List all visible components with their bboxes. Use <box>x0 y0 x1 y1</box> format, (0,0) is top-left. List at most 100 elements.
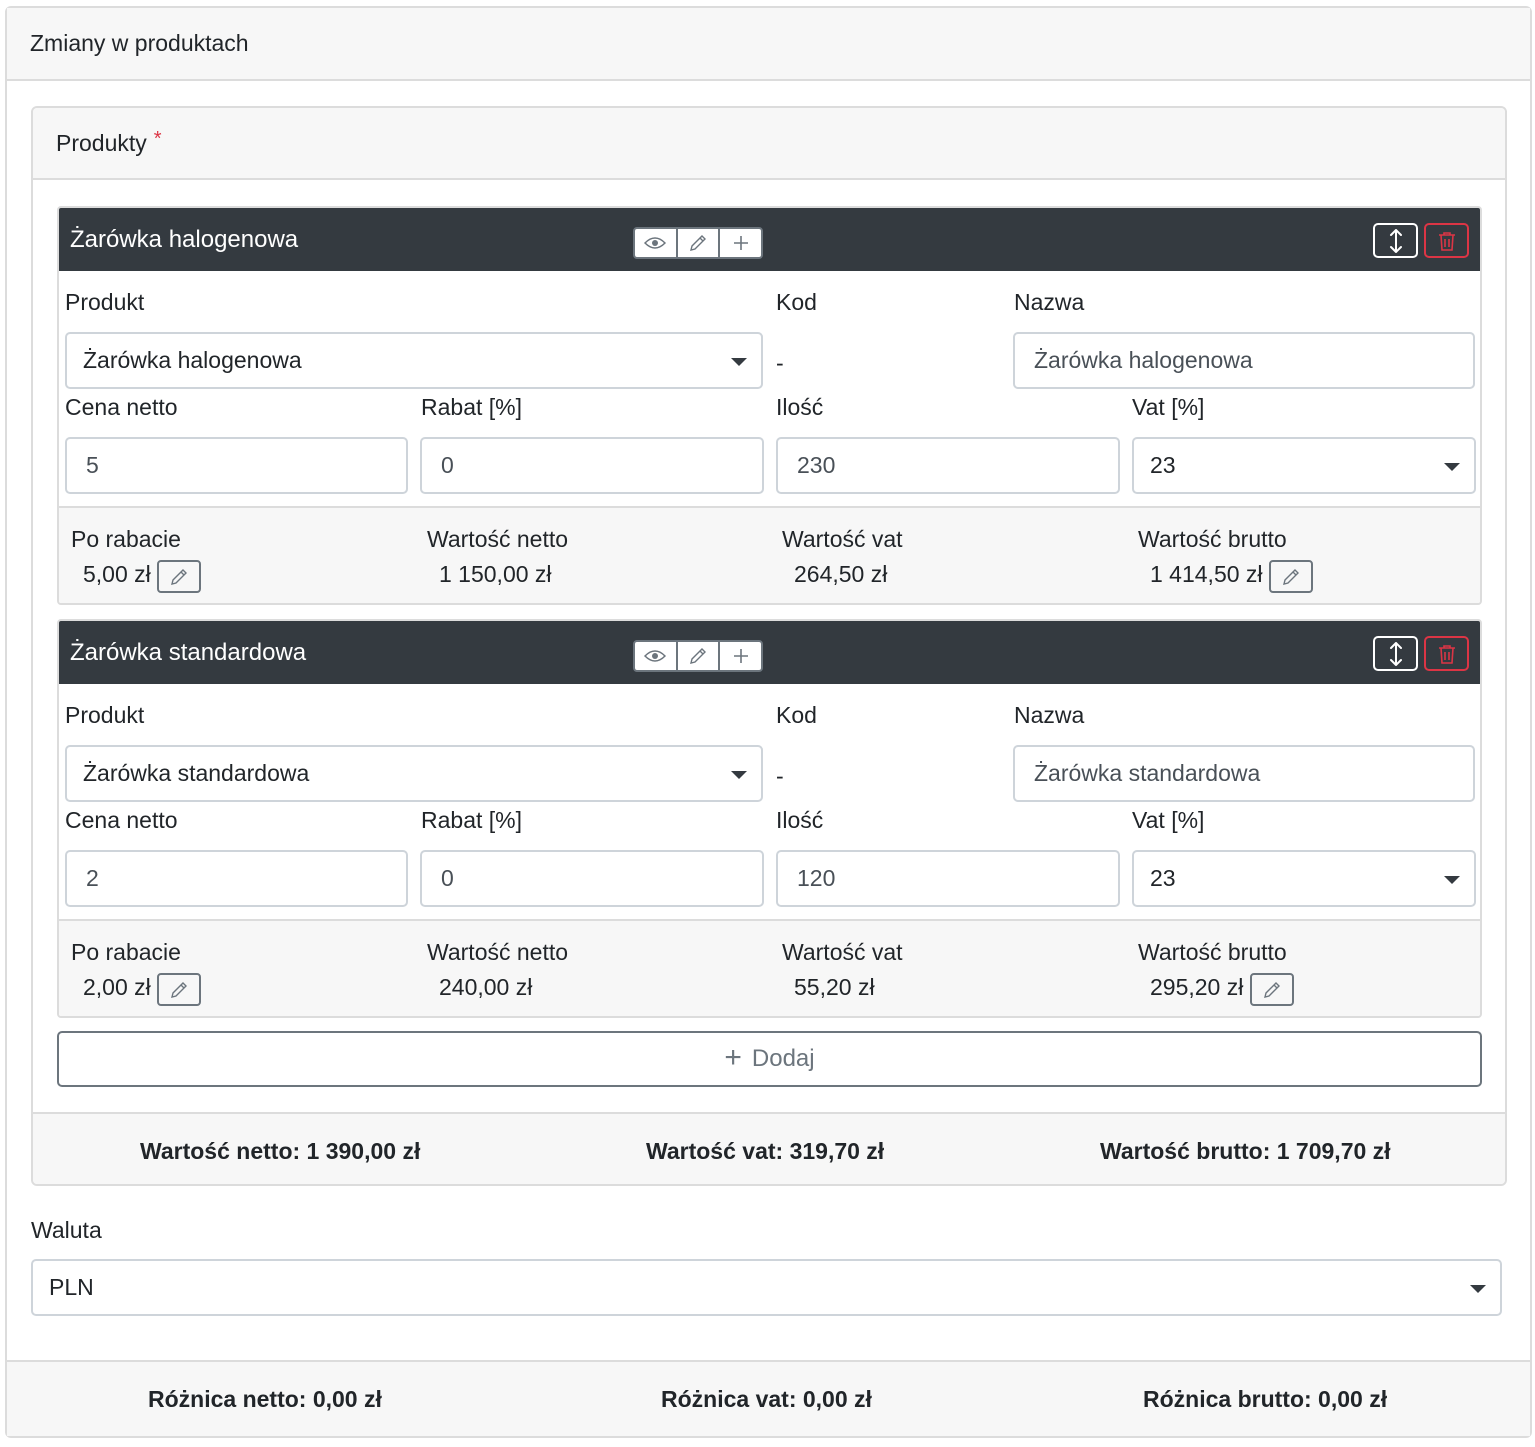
plus-icon: + <box>724 1041 742 1074</box>
chevron-down-icon <box>1470 1285 1486 1293</box>
add-product-button[interactable] <box>720 229 761 257</box>
chevron-down-icon <box>1444 876 1460 884</box>
edit-product-button[interactable] <box>677 642 721 670</box>
produkt-label: Produkt <box>65 289 145 315</box>
vat-select[interactable]: 23 <box>1132 437 1476 494</box>
move-vertical-icon <box>1389 228 1402 253</box>
move-vertical-icon <box>1389 641 1402 666</box>
add-product-button[interactable] <box>720 642 761 670</box>
pencil-icon <box>1264 981 1280 998</box>
plus-icon <box>733 649 748 663</box>
edit-discount-price-button[interactable] <box>157 973 201 1006</box>
difference-netto: Różnica netto: 0,00 zł <box>148 1386 382 1412</box>
difference-footer: Różnica netto: 0,00 zł Różnica vat: 0,00… <box>7 1360 1530 1436</box>
cena-netto-value: 2 <box>86 865 99 891</box>
cena-netto-input[interactable]: 5 <box>65 437 408 494</box>
vat-select-value: 23 <box>1150 452 1176 478</box>
ilosc-value: 120 <box>797 865 836 891</box>
chevron-down-icon <box>731 771 747 779</box>
wartosc-netto-value: 240,00 zł <box>439 974 533 1000</box>
move-button[interactable] <box>1373 636 1418 671</box>
wartosc-vat-value: 264,50 zł <box>794 561 888 587</box>
eye-icon <box>644 650 667 662</box>
products-totals: Wartość netto: 1 390,00 zł Wartość vat: … <box>33 1112 1505 1184</box>
pencil-icon <box>690 648 706 664</box>
po-rabacie-value: 2,00 zł <box>83 974 151 1000</box>
move-button[interactable] <box>1373 223 1418 258</box>
total-brutto: Wartość brutto: 1 709,70 zł <box>1100 1138 1391 1164</box>
ilosc-input[interactable]: 120 <box>776 850 1120 907</box>
trash-icon <box>1438 231 1455 251</box>
ilosc-label: Ilość <box>776 807 824 833</box>
trash-icon <box>1438 644 1455 664</box>
wartosc-brutto-label: Wartość brutto <box>1138 526 1287 552</box>
delete-button[interactable] <box>1424 636 1469 671</box>
edit-gross-value-button[interactable] <box>1250 973 1294 1006</box>
nazwa-label: Nazwa <box>1014 702 1085 728</box>
product-actions-group <box>633 640 763 672</box>
edit-gross-value-button[interactable] <box>1269 560 1313 593</box>
produkt-select[interactable]: Żarówka halogenowa <box>65 332 763 389</box>
produkt-label: Produkt <box>65 702 145 728</box>
kod-label: Kod <box>776 289 817 315</box>
wartosc-vat-label: Wartość vat <box>782 526 903 552</box>
wartosc-vat-label: Wartość vat <box>782 939 903 965</box>
rabat-input[interactable]: 0 <box>420 850 764 907</box>
vat-label: Vat [%] <box>1132 394 1205 420</box>
required-marker: * <box>153 127 162 150</box>
add-item-button[interactable]: + Dodaj <box>57 1031 1482 1087</box>
produkt-select[interactable]: Żarówka standardowa <box>65 745 763 802</box>
vat-select[interactable]: 23 <box>1132 850 1476 907</box>
produkt-select-value: Żarówka standardowa <box>83 760 310 786</box>
product-item: Żarówka standardowa Produkt Żarówka stan… <box>57 619 1482 1018</box>
nazwa-input[interactable]: Żarówka standardowa <box>1013 745 1475 802</box>
total-vat: Wartość vat: 319,70 zł <box>646 1138 885 1164</box>
kod-value: - <box>776 763 784 789</box>
rabat-value: 0 <box>441 452 454 478</box>
wartosc-vat-value: 55,20 zł <box>794 974 875 1000</box>
products-title: Produkty <box>56 129 147 156</box>
rabat-input[interactable]: 0 <box>420 437 764 494</box>
nazwa-input[interactable]: Żarówka halogenowa <box>1013 332 1475 389</box>
product-summary: Po rabacie 5,00 zł Wartość netto 1 150,0… <box>59 506 1480 603</box>
po-rabacie-label: Po rabacie <box>71 939 181 965</box>
product-item-header: Żarówka standardowa <box>59 621 1480 684</box>
kod-value: - <box>776 350 784 376</box>
wartosc-brutto-value: 1 414,50 zł <box>1150 561 1263 587</box>
product-actions-group <box>633 227 763 259</box>
cena-netto-value: 5 <box>86 452 99 478</box>
delete-button[interactable] <box>1424 223 1469 258</box>
view-product-button[interactable] <box>635 642 678 670</box>
product-changes-header: Zmiany w produktach <box>7 8 1530 81</box>
nazwa-input-value: Żarówka halogenowa <box>1034 347 1253 373</box>
nazwa-input-value: Żarówka standardowa <box>1034 760 1261 786</box>
wartosc-netto-label: Wartość netto <box>427 939 569 965</box>
ilosc-input[interactable]: 230 <box>776 437 1120 494</box>
waluta-select[interactable]: PLN <box>31 1259 1502 1316</box>
difference-brutto: Różnica brutto: 0,00 zł <box>1143 1386 1388 1412</box>
edit-discount-price-button[interactable] <box>157 560 201 593</box>
pencil-icon <box>1283 568 1299 585</box>
chevron-down-icon <box>731 358 747 366</box>
vat-select-value: 23 <box>1150 865 1176 891</box>
total-netto: Wartość netto: 1 390,00 zł <box>140 1138 421 1164</box>
pencil-icon <box>171 981 187 998</box>
edit-product-button[interactable] <box>677 229 721 257</box>
view-product-button[interactable] <box>635 229 678 257</box>
eye-icon <box>644 237 667 249</box>
ilosc-label: Ilość <box>776 394 824 420</box>
difference-vat: Różnica vat: 0,00 zł <box>661 1386 872 1412</box>
wartosc-brutto-label: Wartość brutto <box>1138 939 1287 965</box>
produkt-select-value: Żarówka halogenowa <box>83 347 302 373</box>
rabat-label: Rabat [%] <box>421 807 522 833</box>
po-rabacie-value: 5,00 zł <box>83 561 151 587</box>
wartosc-netto-value: 1 150,00 zł <box>439 561 552 587</box>
product-item-header: Żarówka halogenowa <box>59 208 1480 271</box>
cena-netto-label: Cena netto <box>65 394 178 420</box>
vat-label: Vat [%] <box>1132 807 1205 833</box>
pencil-icon <box>171 568 187 585</box>
cena-netto-input[interactable]: 2 <box>65 850 408 907</box>
rabat-value: 0 <box>441 865 454 891</box>
product-changes-card: Zmiany w produktach Produkty * Żarówka h… <box>5 6 1532 1438</box>
cena-netto-label: Cena netto <box>65 807 178 833</box>
